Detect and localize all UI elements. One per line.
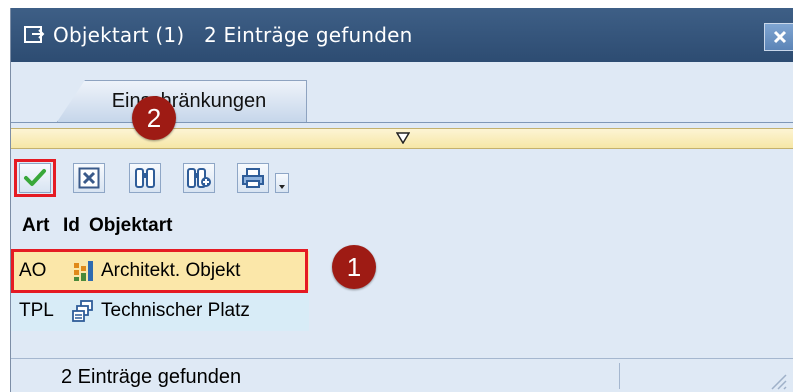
tabstrip: Einschränkungen: [11, 62, 793, 123]
result-table: Art Id Objektart AO Architekt. Objekt TP…: [11, 209, 309, 331]
triangle-down-icon: [396, 132, 410, 144]
annotation-badge-1: 1: [332, 245, 376, 289]
table-empty-area: [309, 209, 793, 357]
table-row[interactable]: TPL Technischer Platz: [11, 291, 309, 331]
cell-art: TPL: [19, 300, 54, 321]
cell-objektart: Technischer Platz: [101, 300, 250, 321]
status-bar: 2 Einträge gefunden: [11, 358, 793, 392]
find-button[interactable]: [129, 163, 161, 193]
binoculars-plus-icon: [187, 168, 211, 188]
cancel-x-icon: [78, 167, 100, 189]
close-button[interactable]: [764, 23, 793, 51]
result-toolbar: [11, 155, 793, 199]
table-header: Art Id Objektart: [11, 209, 309, 243]
toolbar-dropdown[interactable]: [275, 173, 289, 193]
restrictions-collapse-bar[interactable]: [11, 128, 793, 149]
dialog-titlebar: Objektart (1) 2 Einträge gefunden: [11, 8, 793, 62]
chevron-down-icon: [279, 185, 285, 189]
value-help-dialog: Objektart (1) 2 Einträge gefunden Einsch…: [10, 8, 793, 392]
print-button[interactable]: [237, 163, 269, 193]
printer-icon: [242, 168, 264, 188]
status-text: 2 Einträge gefunden: [61, 366, 242, 388]
status-separator: [619, 363, 620, 389]
annotation-highlight-row: [11, 249, 308, 293]
technical-place-icon: [67, 300, 99, 322]
annotation-highlight-confirm: [14, 159, 56, 197]
tab-einschraenkungen[interactable]: Einschränkungen: [57, 80, 307, 122]
find-next-button[interactable]: [183, 163, 215, 193]
column-header-art[interactable]: Art: [11, 215, 61, 237]
binoculars-icon: [135, 168, 155, 188]
column-header-id[interactable]: Id: [61, 215, 89, 237]
column-header-objektart[interactable]: Objektart: [89, 215, 172, 237]
window-icon: [24, 26, 45, 43]
annotation-badge-2: 2: [132, 96, 176, 140]
close-icon: [773, 30, 786, 44]
resize-grip-icon[interactable]: [766, 369, 788, 391]
cancel-button[interactable]: [73, 163, 105, 193]
dialog-title: Objektart (1) 2 Einträge gefunden: [53, 23, 413, 47]
